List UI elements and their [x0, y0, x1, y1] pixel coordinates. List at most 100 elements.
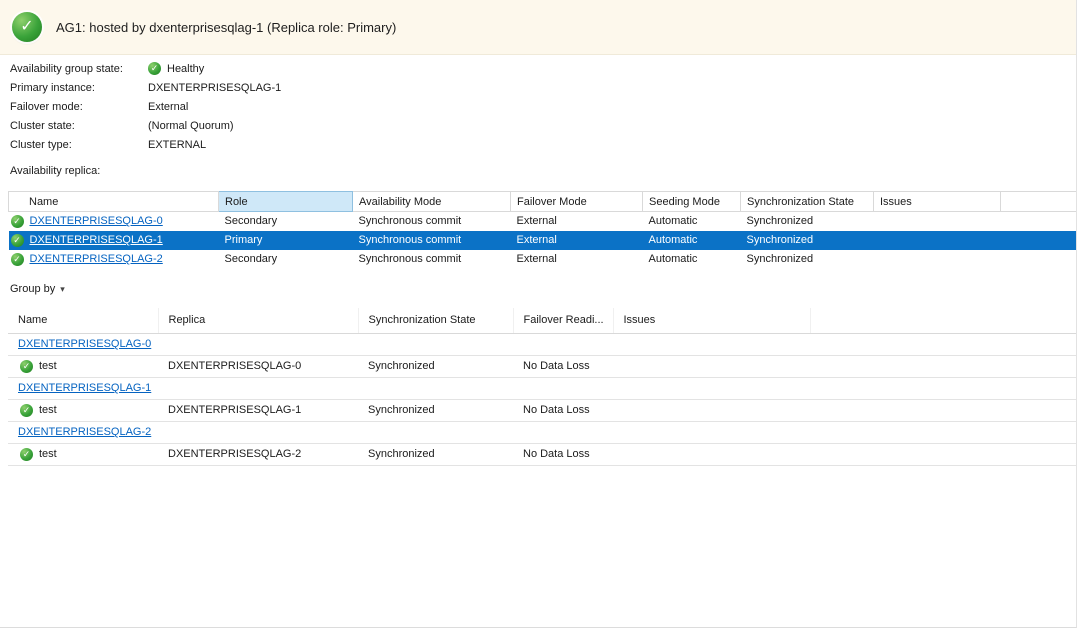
replica-table-header: Name Role Availability Mode Failover Mod…	[9, 192, 1077, 212]
database-healthy-icon: ✓	[20, 448, 33, 461]
summary-label: Cluster type:	[10, 139, 148, 151]
column-header-failover-mode[interactable]: Failover Mode	[511, 192, 643, 212]
cell-failover-mode: External	[511, 212, 643, 231]
cell-synchronization-state: Synchronized	[741, 212, 874, 231]
summary-label: Availability group state:	[10, 63, 148, 75]
cell-seeding-mode: Automatic	[643, 250, 741, 269]
cell-issues	[874, 250, 1001, 269]
cell-issues	[874, 231, 1001, 250]
group-replica-link[interactable]: DXENTERPRISESQLAG-2	[18, 426, 151, 438]
cell-filler	[1001, 250, 1077, 269]
cell-role: Secondary	[219, 212, 353, 231]
group-by-label: Group by	[10, 283, 55, 295]
cell-issues	[613, 443, 810, 465]
replica-row-1-selected[interactable]: ✓ DXENTERPRISESQLAG-1 Primary Synchronou…	[9, 231, 1077, 250]
replica-row-2[interactable]: ✓ DXENTERPRISESQLAG-2 Secondary Synchron…	[9, 250, 1077, 269]
healthy-state-icon: ✓	[148, 62, 161, 75]
database-healthy-icon: ✓	[20, 360, 33, 373]
cell-role: Secondary	[219, 250, 353, 269]
replica-healthy-icon: ✓	[11, 253, 24, 266]
database-group-table: Name Replica Synchronization State Failo…	[8, 308, 1077, 466]
cell-synchronization-state: Synchronized	[358, 355, 513, 377]
cell-filler	[810, 443, 1077, 465]
summary-value: EXTERNAL	[148, 139, 206, 151]
cell-filler	[1001, 212, 1077, 231]
column-header-filler	[1001, 192, 1077, 212]
ag-healthy-icon: ✓	[12, 12, 42, 42]
replica-name-link[interactable]: DXENTERPRISESQLAG-0	[30, 215, 163, 227]
cell-replica: DXENTERPRISESQLAG-1	[158, 399, 358, 421]
dashboard-header: ✓ AG1: hosted by dxenterprisesqlag-1 (Re…	[0, 0, 1076, 55]
summary-row-group-state: Availability group state: ✓ Healthy	[10, 59, 281, 78]
group-header-row-1[interactable]: DXENTERPRISESQLAG-1	[8, 377, 1077, 399]
cell-replica: DXENTERPRISESQLAG-0	[158, 355, 358, 377]
group-table-header: Name Replica Synchronization State Failo…	[8, 308, 1077, 333]
cell-filler	[1001, 231, 1077, 250]
database-row-0[interactable]: ✓ test DXENTERPRISESQLAG-0 Synchronized …	[8, 355, 1077, 377]
replica-name-link[interactable]: DXENTERPRISESQLAG-1	[30, 234, 163, 246]
column-header-synchronization-state[interactable]: Synchronization State	[741, 192, 874, 212]
cell-issues	[874, 212, 1001, 231]
cell-issues	[613, 355, 810, 377]
summary-label: Cluster state:	[10, 120, 148, 132]
column-header-name[interactable]: Name	[9, 192, 219, 212]
database-row-1[interactable]: ✓ test DXENTERPRISESQLAG-1 Synchronized …	[8, 399, 1077, 421]
column-header-name[interactable]: Name	[8, 308, 158, 333]
column-header-replica[interactable]: Replica	[158, 308, 358, 333]
column-header-issues[interactable]: Issues	[874, 192, 1001, 212]
replica-name-link[interactable]: DXENTERPRISESQLAG-2	[30, 253, 163, 265]
summary-row-cluster-state: Cluster state: (Normal Quorum)	[10, 116, 281, 135]
group-replica-link[interactable]: DXENTERPRISESQLAG-1	[18, 382, 151, 394]
column-header-seeding-mode[interactable]: Seeding Mode	[643, 192, 741, 212]
cell-synchronization-state: Synchronized	[358, 443, 513, 465]
column-header-synchronization-state[interactable]: Synchronization State	[358, 308, 513, 333]
database-name: test	[39, 448, 57, 460]
cell-availability-mode: Synchronous commit	[353, 231, 511, 250]
column-header-failover-readiness[interactable]: Failover Readi...	[513, 308, 613, 333]
column-header-filler	[810, 308, 1077, 333]
cell-failover-readiness: No Data Loss	[513, 443, 613, 465]
summary-label: Failover mode:	[10, 101, 148, 113]
cell-synchronization-state: Synchronized	[741, 250, 874, 269]
chevron-down-icon: ▾	[60, 284, 65, 295]
replica-table: Name Role Availability Mode Failover Mod…	[8, 191, 1077, 269]
column-header-role[interactable]: Role	[219, 192, 353, 212]
cell-filler	[810, 399, 1077, 421]
group-by-dropdown[interactable]: Group by ▾	[10, 283, 65, 295]
column-header-availability-mode[interactable]: Availability Mode	[353, 192, 511, 212]
cell-failover-readiness: No Data Loss	[513, 355, 613, 377]
cell-availability-mode: Synchronous commit	[353, 250, 511, 269]
page-title: AG1: hosted by dxenterprisesqlag-1 (Repl…	[56, 20, 396, 35]
database-name: test	[39, 360, 57, 372]
summary-row-failover-mode: Failover mode: External	[10, 97, 281, 116]
cell-issues	[613, 399, 810, 421]
cell-role: Primary	[219, 231, 353, 250]
replica-row-0[interactable]: ✓ DXENTERPRISESQLAG-0 Secondary Synchron…	[9, 212, 1077, 231]
summary-value: (Normal Quorum)	[148, 120, 234, 132]
availability-replica-label: Availability replica:	[10, 165, 100, 177]
replica-healthy-icon: ✓	[11, 234, 24, 247]
cell-failover-readiness: No Data Loss	[513, 399, 613, 421]
cell-failover-mode: External	[511, 250, 643, 269]
cell-seeding-mode: Automatic	[643, 231, 741, 250]
summary-label: Primary instance:	[10, 82, 148, 94]
database-healthy-icon: ✓	[20, 404, 33, 417]
cell-failover-mode: External	[511, 231, 643, 250]
summary-value: Healthy	[167, 63, 204, 75]
database-row-2[interactable]: ✓ test DXENTERPRISESQLAG-2 Synchronized …	[8, 443, 1077, 465]
summary-row-cluster-type: Cluster type: EXTERNAL	[10, 135, 281, 154]
cell-synchronization-state: Synchronized	[741, 231, 874, 250]
cell-filler	[810, 355, 1077, 377]
column-header-issues[interactable]: Issues	[613, 308, 810, 333]
summary-panel: Availability group state: ✓ Healthy Prim…	[10, 59, 281, 154]
summary-row-primary-instance: Primary instance: DXENTERPRISESQLAG-1	[10, 78, 281, 97]
replica-healthy-icon: ✓	[11, 215, 24, 228]
group-replica-link[interactable]: DXENTERPRISESQLAG-0	[18, 338, 151, 350]
group-header-row-2[interactable]: DXENTERPRISESQLAG-2	[8, 421, 1077, 443]
check-glyph: ✓	[20, 19, 33, 35]
cell-availability-mode: Synchronous commit	[353, 212, 511, 231]
cell-synchronization-state: Synchronized	[358, 399, 513, 421]
availability-group-dashboard: ✓ AG1: hosted by dxenterprisesqlag-1 (Re…	[0, 0, 1077, 628]
group-header-row-0[interactable]: DXENTERPRISESQLAG-0	[8, 333, 1077, 355]
cell-seeding-mode: Automatic	[643, 212, 741, 231]
